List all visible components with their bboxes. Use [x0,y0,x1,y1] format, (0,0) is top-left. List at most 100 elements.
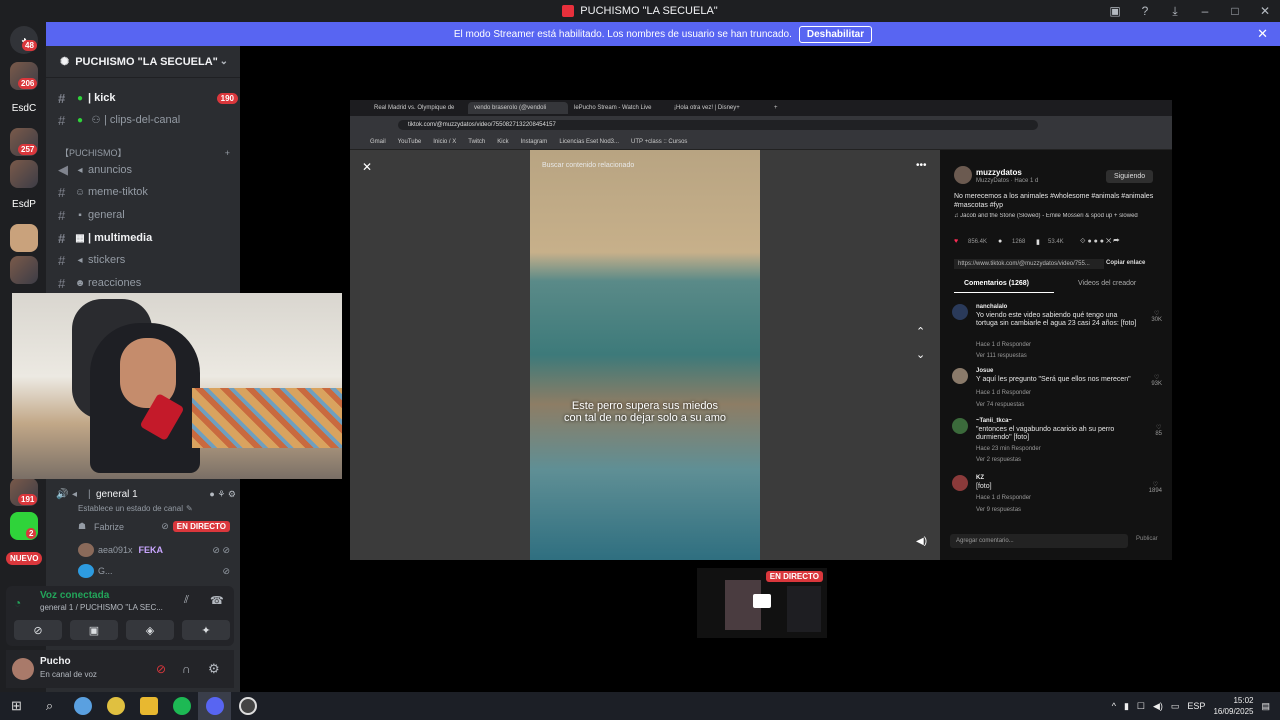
comment-meta[interactable]: Hace 1 d Responder [976,495,1031,501]
server-esdp[interactable]: EsdP [10,190,38,218]
volume-icon[interactable]: ◀) [916,536,927,547]
bookmark-icon[interactable]: ▮ [1036,238,1040,246]
share-icons[interactable]: ⟐ ● ● ● ✕ ➦ [1080,238,1120,246]
voice-member[interactable]: G... ⊘ [78,564,230,578]
copilot-icon[interactable] [66,692,99,720]
disconnect-icon[interactable]: ☎ [210,594,224,607]
link-field[interactable]: https://www.tiktok.com/@muzzydatos/video… [954,259,1104,269]
chevron-down-icon[interactable]: ⌄ [916,348,925,361]
activity-button[interactable]: ◈ [126,620,174,640]
file-explorer-icon[interactable] [132,692,165,720]
follow-button[interactable]: Siguiendo [1106,170,1154,183]
voice-channel-general-1[interactable]: 🔊 ◂ | general 1 ● ⚘ ⚙ [56,486,236,502]
language-indicator[interactable]: ESP [1187,701,1205,711]
close-icon[interactable]: ✕ [1257,26,1268,42]
comment-icon[interactable]: ● [998,238,1002,245]
battery-icon[interactable]: ▭ [1171,701,1180,712]
gear-icon[interactable]: ⚙ [208,661,220,677]
maximize-button[interactable]: □ [1220,4,1250,18]
bookmark[interactable]: Inicio / X [433,139,456,145]
close-icon[interactable]: ✕ [362,160,372,174]
avatar[interactable] [952,418,968,434]
browser-tab-active[interactable]: vendo braseroIo (@vendoli [468,102,568,114]
like-button[interactable]: ♡ 93K [1151,374,1162,387]
comment-user[interactable]: nanchalalo [976,304,1007,310]
comment-user[interactable]: Josue [976,368,993,374]
author-avatar[interactable] [954,166,972,184]
heart-icon[interactable]: ♥ [954,238,958,245]
view-replies[interactable]: Ver 9 respuestas [976,507,1021,513]
chevron-down-icon[interactable]: ⌄ [220,56,228,67]
author-name[interactable]: muzzydatos [976,168,1022,177]
like-button[interactable]: ♡ 30K [1151,310,1162,323]
bookmark[interactable]: Twitch [468,139,485,145]
mic-icon[interactable]: ▮ [1124,701,1129,712]
tiktok-video[interactable]: Buscar contenido relacionado Este perro … [530,150,760,560]
like-button[interactable]: ♡ 85 [1155,424,1162,437]
network-icon[interactable]: ☐ [1137,701,1145,712]
avatar[interactable] [12,658,34,680]
avatar[interactable] [952,304,968,320]
new-badge[interactable]: NUEVO [6,552,43,565]
camera-off-button[interactable]: ⊘ [14,620,62,640]
channel-clips[interactable]: # ● ⚇ | clips-del-canal [58,110,238,130]
channel-kick[interactable]: # ● | kick 190 [58,88,238,108]
chrome-icon[interactable] [99,692,132,720]
windows-start-icon[interactable]: ⊞ [0,692,33,720]
screen-icon[interactable]: ▣ [1100,4,1130,18]
music-line[interactable]: ♫ Jacob and the Stone (Slowed) - Emile M… [954,213,1169,219]
comment-user[interactable]: KZ [976,475,984,481]
stream-thumbnail[interactable]: EN DIRECTO [697,568,827,638]
tab-comments[interactable]: Comentarios (1268) [964,280,1029,287]
chevron-up-icon[interactable]: ^ [1112,701,1116,711]
comment-user[interactable]: ~Tanii_tkca~ [976,418,1012,424]
comment-meta[interactable]: Hace 23 min Responder [976,446,1041,452]
obs-icon[interactable] [231,692,264,720]
channel-meme-tiktok[interactable]: # ☺ meme-tiktok [58,182,238,202]
comment-meta[interactable]: Hace 1 d Responder [976,390,1031,396]
browser-tab[interactable]: Real Madrid vs. Olympique de [368,102,468,114]
clock[interactable]: 15:02 16/09/2025 [1213,695,1253,717]
voice-member[interactable]: aea091x FEKA ⊘ ⊘ [78,543,230,557]
stream-view[interactable]: Real Madrid vs. Olympique de vendo brase… [350,100,1172,560]
signal-icon[interactable]: ◔ [14,596,21,610]
add-comment-input[interactable]: Agregar comentario... [950,534,1128,548]
tab-creator-videos[interactable]: Videos del creador [1078,280,1136,287]
server-esdc[interactable]: EsdC [10,94,38,122]
channel-reacciones[interactable]: # ☻ reacciones [58,273,238,293]
avatar[interactable] [952,475,968,491]
mic-muted-icon[interactable]: ⊘ [156,662,166,676]
voice-member[interactable]: ☗ Fabrize ⊘ EN DIRECTO [78,521,230,532]
view-replies[interactable]: Ver 2 respuestas [976,457,1021,463]
more-icon[interactable]: ••• [916,160,927,171]
help-icon[interactable]: ? [1130,4,1160,18]
channel-status-hint[interactable]: Establece un estado de canal ✎ [78,504,193,513]
bookmark[interactable]: UTP +class :: Cursos [631,139,687,145]
spotify-icon[interactable] [165,692,198,720]
voice-location[interactable]: general 1 / PUCHISMO "LA SEC... [40,603,163,612]
server-icon[interactable] [10,224,38,252]
browser-tab[interactable]: lePucho Stream - Watch Live [568,102,668,114]
like-button[interactable]: ♡ 1894 [1149,481,1162,494]
headphones-icon[interactable]: ∩ [182,662,191,676]
channel-stickers[interactable]: # ◂ stickers [58,250,238,270]
avatar[interactable] [952,368,968,384]
plus-icon[interactable]: + [225,148,230,158]
video-search[interactable]: Buscar contenido relacionado [542,162,634,169]
view-replies[interactable]: Ver 111 respuestas [976,353,1027,359]
copy-link-button[interactable]: Copiar enlace [1106,260,1145,266]
volume-icon[interactable]: ◀) [1153,701,1163,712]
server-header[interactable]: ✺ PUCHISMO "LA SECUELA" ⌄ [46,46,240,78]
soundboard-button[interactable]: ✦ [182,620,230,640]
publish-button[interactable]: Publicar [1136,536,1158,542]
comment-meta[interactable]: Hace 1 d Responder [976,342,1031,348]
channel-multimedia[interactable]: # ▦ | multimedia [58,228,238,248]
discord-icon[interactable] [198,692,231,720]
channel-general[interactable]: # ▪ general [58,205,238,225]
search-icon[interactable]: ⌕ [33,692,66,720]
screen-share-button[interactable]: ▣ [70,620,118,640]
bookmark[interactable]: Instagram [521,139,548,145]
category-header[interactable]: 【PUCHISMO】 + [60,146,230,159]
disable-streamer-button[interactable]: Deshabilitar [798,25,873,43]
noise-suppression-icon[interactable]: ⫽ [184,594,189,607]
